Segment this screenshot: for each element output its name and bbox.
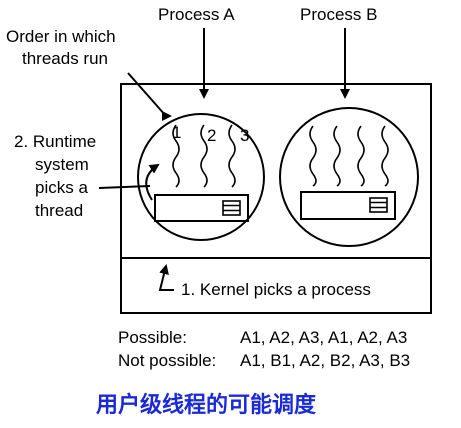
thread-b3 [357, 125, 365, 187]
runtime-system-box-a [154, 194, 249, 222]
process-a-label: Process A [158, 5, 235, 24]
runtime-pointer-line [98, 185, 151, 189]
caption-title: 用户级线程的可能调度 [96, 392, 317, 418]
runtime-table-b [369, 197, 388, 213]
possible-label: Possible: [118, 328, 187, 347]
thread-b2 [333, 125, 341, 187]
thread-b4 [381, 125, 389, 187]
thread-b1 [309, 125, 317, 187]
not-possible-label: Not possible: [118, 351, 216, 370]
diagram-stage: Process A Process B Order in which threa… [0, 0, 461, 428]
order-label-line1: Order in which [6, 27, 116, 46]
runtime-label-line1: 2. Runtime [14, 132, 96, 151]
runtime-system-box-b [300, 191, 396, 220]
kernel-arrow [158, 264, 174, 291]
scheduling-diagram: Process A Process B Order in which threa… [6, 5, 432, 418]
thread-number-3: 3 [240, 126, 249, 145]
runtime-label-line2: system [35, 155, 89, 174]
thread-number-1: 1 [172, 123, 181, 142]
possible-value: A1, A2, A3, A1, A2, A3 [240, 328, 407, 347]
thread-number-2: 2 [207, 126, 216, 145]
kernel-label: 1. Kernel picks a process [181, 280, 371, 299]
order-label-line2: threads run [22, 49, 108, 68]
process-b-label: Process B [300, 5, 377, 24]
runtime-table-a [222, 200, 241, 216]
thread-a3 [228, 124, 236, 188]
runtime-label-line4: thread [35, 201, 83, 220]
not-possible-value: A1, B1, A2, B2, A3, B3 [240, 351, 410, 370]
order-arrow [127, 72, 172, 121]
process-b-circle [279, 107, 419, 247]
runtime-label-line3: picks a [35, 178, 88, 197]
